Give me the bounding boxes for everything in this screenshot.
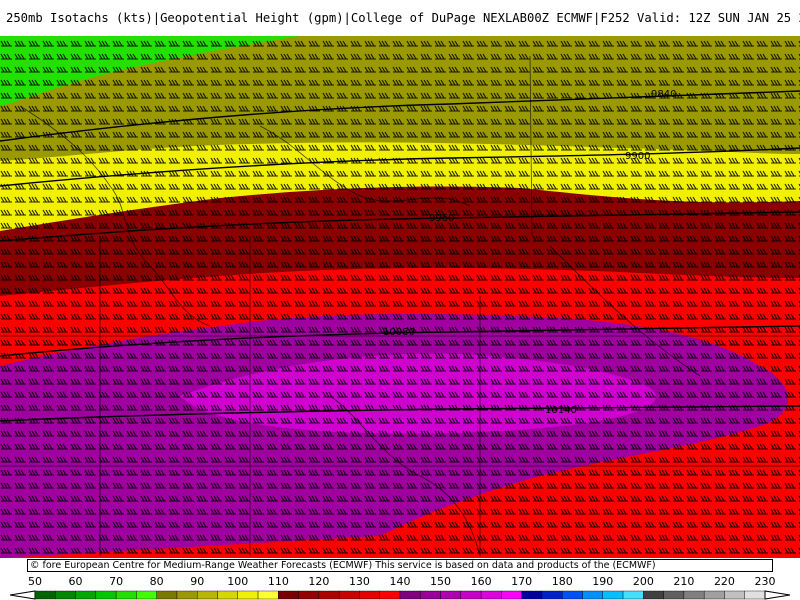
contour-label-9900: 9900 xyxy=(625,151,651,162)
colorbar-bin xyxy=(278,590,299,600)
colorbar-tick-label: 200 xyxy=(632,575,654,588)
colorbar-tick-label: 50 xyxy=(28,575,42,588)
contour-label-9960: 9960 xyxy=(429,213,455,224)
colorbar-bin xyxy=(237,590,259,600)
colorbar-bin xyxy=(217,590,238,600)
wind-barbs-overlay xyxy=(0,36,800,558)
colorbar-bin xyxy=(663,590,685,600)
colorbar-tick-label: 170 xyxy=(511,575,533,588)
colorbar-tick-label: 210 xyxy=(673,575,695,588)
colorbar-right-arrow xyxy=(764,590,791,600)
colorbar-bin xyxy=(420,590,441,600)
header-valid: F252 Valid: 12Z SUN JAN 25 2026 xyxy=(600,11,800,25)
colorbar-bin xyxy=(460,590,482,600)
colorbar-tick-label: 110 xyxy=(267,575,289,588)
colorbar-tick-label: 120 xyxy=(308,575,330,588)
map-canvas xyxy=(0,36,800,558)
colorbar-tick-label: 140 xyxy=(389,575,411,588)
colorbar-labels: 50 60 70 80 90 100 110 120 130 140 150 160 170 180 190… xyxy=(0,575,800,589)
colorbar-bin xyxy=(197,590,218,600)
colorbar-tick-label: 80 xyxy=(149,575,164,588)
header-run: 00Z ECMWF xyxy=(526,11,594,25)
colorbar-bin xyxy=(359,590,380,600)
colorbar-bin xyxy=(602,590,624,600)
colorbar-tick-label: 180 xyxy=(551,575,573,588)
colorbar-bin xyxy=(622,590,644,600)
colorbar-tick-label: 60 xyxy=(68,575,83,588)
header-sep-2: | xyxy=(343,11,351,25)
colorbar-bin xyxy=(440,590,462,600)
colorbar-bin xyxy=(744,590,766,600)
colorbar-left-arrow xyxy=(9,590,36,600)
colorbar-bin xyxy=(501,590,522,600)
colorbar-tick-label: 90 xyxy=(190,575,205,588)
map-header: 250mb Isotachs (kts) | Geopotential Heig… xyxy=(0,0,800,36)
colorbar-bin xyxy=(34,590,56,600)
colorbar-bin xyxy=(75,590,97,600)
colorbar-bin xyxy=(683,590,705,600)
colorbar-bin xyxy=(298,590,320,600)
header-source: College of DuPage NEXLAB xyxy=(350,11,527,25)
colorbar-bin xyxy=(115,590,137,600)
colorbar-bin xyxy=(541,590,563,600)
colorbar-bin xyxy=(176,590,198,600)
colorbar-bin xyxy=(338,590,360,600)
colorbar-bin xyxy=(95,590,117,600)
colorbar-tick-label: 70 xyxy=(109,575,124,588)
colorbar-bin xyxy=(562,590,583,600)
colorbar-tick-label: 160 xyxy=(470,575,492,588)
header-sep-1: | xyxy=(152,11,161,25)
header-field: 250mb Isotachs (kts) xyxy=(6,11,153,25)
ecmwf-credit: © fore European Centre for Medium-Range … xyxy=(27,559,773,572)
colorbar-tick-label: 130 xyxy=(348,575,370,588)
colorbar-bin xyxy=(643,590,664,600)
weather-map-page: 250mb Isotachs (kts) | Geopotential Heig… xyxy=(0,0,800,600)
colorbar-bin xyxy=(318,590,340,600)
colorbar-bin xyxy=(480,590,502,600)
contour-label-10080: 10080 xyxy=(383,327,415,338)
colorbar-bin xyxy=(379,590,401,600)
contour-label-10140: 10140 xyxy=(545,405,577,416)
colorbar-bin xyxy=(703,590,725,600)
colorbar-bin xyxy=(521,590,543,600)
colorbar-tick-label: 150 xyxy=(430,575,452,588)
colorbar-tick-label: 190 xyxy=(592,575,614,588)
colorbar-tick-label: 220 xyxy=(713,575,735,588)
colorbar-bin xyxy=(399,590,421,600)
contour-label-9840: 9840 xyxy=(651,89,677,100)
header-contour: Geopotential Height (gpm) xyxy=(160,11,344,25)
header-sep-3: | xyxy=(593,11,601,25)
colorbar-bin xyxy=(257,590,279,600)
colorbar-bin xyxy=(136,590,157,600)
colorbar-bin xyxy=(582,590,603,600)
colorbar-tick-label: 230 xyxy=(754,575,776,588)
colorbar xyxy=(9,590,791,600)
colorbar-bin xyxy=(724,590,745,600)
colorbar-bin xyxy=(55,590,76,600)
colorbar-tick-label: 100 xyxy=(227,575,249,588)
colorbar-bin xyxy=(156,590,178,600)
